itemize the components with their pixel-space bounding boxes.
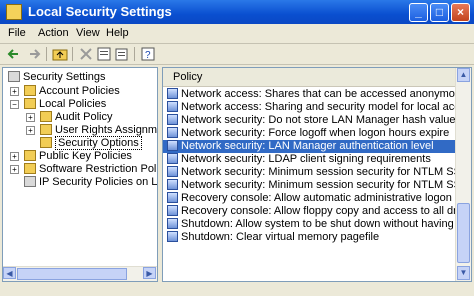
policy-icon: [167, 127, 178, 138]
policy-row[interactable]: Network security: LDAP client signing re…: [167, 153, 457, 166]
back-arrow-icon[interactable]: [6, 46, 22, 62]
policy-icon: [167, 140, 178, 151]
policy-icon: [167, 114, 178, 125]
tree-item-audit-policy[interactable]: Audit Policy: [40, 111, 112, 124]
help-icon[interactable]: ?: [140, 46, 156, 62]
policy-icon: [167, 192, 178, 203]
policy-icon: [167, 166, 178, 177]
policy-row[interactable]: Network security: Force logoff when logo…: [167, 127, 457, 140]
folder-icon: [40, 137, 52, 148]
policy-icon: [167, 88, 178, 99]
expand-account-policies[interactable]: +: [10, 87, 19, 96]
policy-icon: [167, 205, 178, 216]
title-bar: Local Security Settings _ □ ×: [0, 0, 474, 24]
menu-action[interactable]: Action: [38, 27, 69, 39]
policy-vertical-scroll-thumb[interactable]: [457, 203, 470, 263]
toolbar: ?: [0, 44, 474, 65]
collapse-local-policies[interactable]: −: [10, 100, 19, 109]
tree-item-software-restriction-policies[interactable]: Software Restriction Policies: [24, 163, 157, 176]
policy-column-header[interactable]: Policy: [163, 68, 463, 87]
menu-help[interactable]: Help: [106, 27, 129, 39]
export-list-icon[interactable]: [114, 46, 130, 62]
tree-pane: Security Settings + Account Policies − L…: [2, 67, 158, 282]
up-folder-icon[interactable]: [52, 46, 68, 62]
delete-icon[interactable]: [78, 46, 94, 62]
folder-icon: [24, 163, 36, 174]
scroll-up-arrow-icon[interactable]: ▲: [457, 68, 470, 82]
policy-row[interactable]: Network security: Do not store LAN Manag…: [167, 114, 457, 127]
expand-software-restriction[interactable]: +: [10, 165, 19, 174]
folder-icon: [24, 85, 36, 96]
security-settings-app-icon: [6, 4, 22, 20]
scroll-right-arrow-icon[interactable]: ▶: [143, 267, 156, 279]
minimize-button[interactable]: _: [409, 3, 428, 22]
expand-public-key-policies[interactable]: +: [10, 152, 19, 161]
policy-icon: [167, 218, 178, 229]
policy-row[interactable]: Shutdown: Allow system to be shut down w…: [167, 218, 457, 231]
status-bar: [0, 284, 474, 296]
scroll-left-arrow-icon[interactable]: ◀: [3, 267, 16, 279]
policy-row[interactable]: Shutdown: Clear virtual memory pagefile: [167, 231, 457, 244]
menu-view[interactable]: View: [76, 27, 100, 39]
folder-open-icon: [24, 98, 36, 109]
policy-row[interactable]: Network access: Sharing and security mod…: [167, 101, 457, 114]
policy-icon: [167, 101, 178, 112]
tree-item-account-policies[interactable]: Account Policies: [24, 85, 120, 98]
policy-row[interactable]: Network security: Minimum session securi…: [167, 166, 457, 179]
tree-item-public-key-policies[interactable]: Public Key Policies: [24, 150, 132, 163]
security-settings-icon: [8, 71, 20, 82]
policy-list-pane: Policy Network access: Shares that can b…: [162, 67, 472, 282]
policy-icon: [167, 231, 178, 242]
folder-icon: [40, 124, 52, 135]
tree-horizontal-scrollbar[interactable]: ◀ ▶: [3, 266, 157, 281]
menu-file[interactable]: File: [8, 27, 26, 39]
policy-row-selected[interactable]: Network security: LAN Manager authentica…: [163, 140, 459, 153]
policy-vertical-scrollbar[interactable]: ▲ ▼: [455, 68, 471, 281]
tree-item-ip-security-policies[interactable]: IP Security Policies on Local C: [24, 176, 157, 189]
expand-audit-policy[interactable]: +: [26, 113, 35, 122]
properties-icon[interactable]: [96, 46, 112, 62]
expand-user-rights[interactable]: +: [26, 126, 35, 135]
policy-row[interactable]: Network security: Minimum session securi…: [167, 179, 457, 192]
tree-root-security-settings[interactable]: Security Settings: [8, 71, 106, 84]
tree-item-security-options[interactable]: Security Options: [40, 136, 142, 150]
tree-item-local-policies[interactable]: Local Policies: [24, 98, 106, 111]
maximize-button[interactable]: □: [430, 3, 449, 22]
ip-security-icon: [24, 176, 36, 187]
close-button[interactable]: ×: [451, 3, 470, 22]
forward-arrow-icon[interactable]: [26, 46, 42, 62]
svg-text:?: ?: [145, 50, 151, 61]
policy-row[interactable]: Network access: Shares that can be acces…: [167, 88, 457, 101]
policy-row[interactable]: Recovery console: Allow floppy copy and …: [167, 205, 457, 218]
policy-row[interactable]: Recovery console: Allow automatic admini…: [167, 192, 457, 205]
tree-horizontal-scroll-thumb[interactable]: [17, 268, 127, 280]
policy-icon: [167, 153, 178, 164]
window-title: Local Security Settings: [28, 4, 172, 19]
scroll-down-arrow-icon[interactable]: ▼: [457, 266, 470, 280]
folder-icon: [24, 150, 36, 161]
folder-icon: [40, 111, 52, 122]
policy-icon: [167, 179, 178, 190]
menu-bar: File Action View Help: [0, 24, 474, 44]
